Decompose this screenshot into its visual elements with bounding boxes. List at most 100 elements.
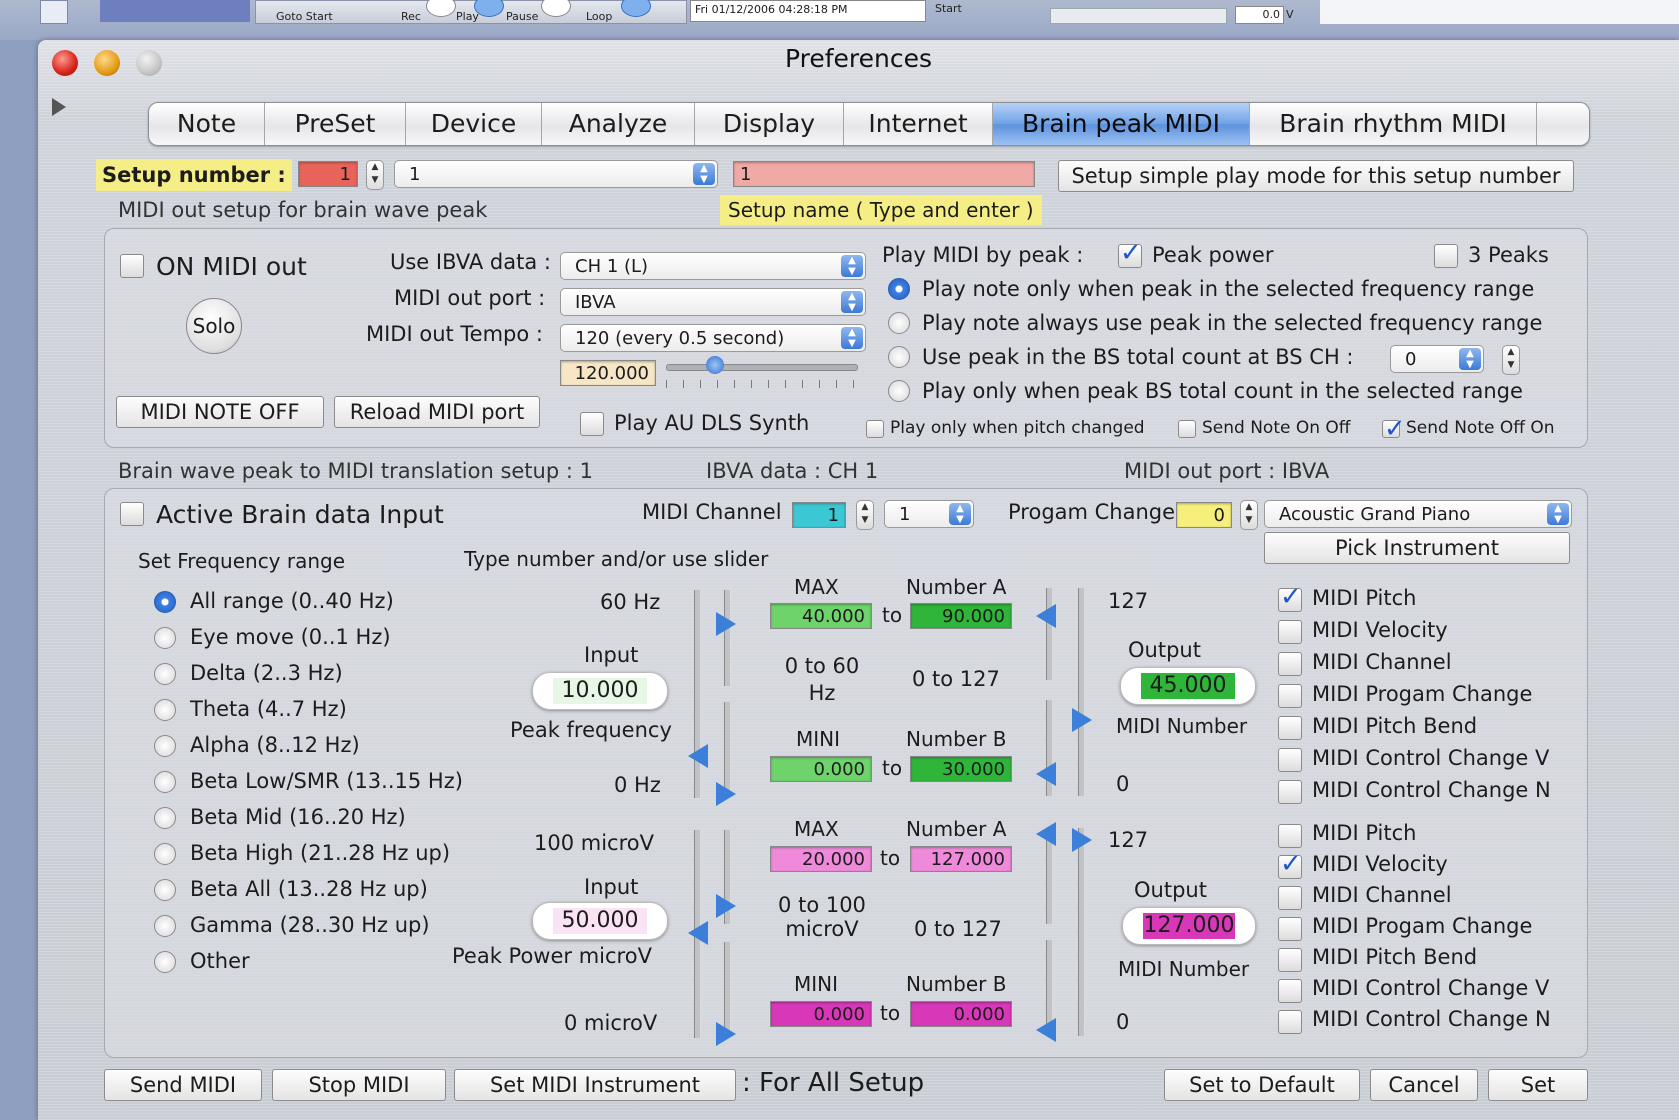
cancel-button[interactable]: Cancel [1370,1069,1478,1101]
midi-channel-field[interactable]: 1 [792,502,846,528]
peak-option-radio-4[interactable] [888,380,910,402]
range-radio-beta-high[interactable] [154,843,176,865]
range-radio-beta-low[interactable] [154,771,176,793]
three-peaks-checkbox[interactable] [1434,244,1458,268]
simple-play-mode-button[interactable]: Setup simple play mode for this setup nu… [1058,160,1574,192]
power-min-field[interactable]: 0.000 [770,1001,872,1027]
midi-out-port-popup[interactable]: IBVA ▲ ▼ [560,288,866,316]
tab-device[interactable]: Device [406,103,542,145]
freq-target-control-change-n-checkbox[interactable] [1278,780,1302,804]
midi-channel-stepper[interactable]: ▲ ▼ [856,500,874,530]
bs-ch-popup[interactable]: 0 ▲ ▼ [1390,345,1484,373]
range-radio-all[interactable] [154,591,176,613]
freq-min-slider-knob[interactable] [716,782,736,806]
midi-out-tempo-popup[interactable]: 120 (every 0.5 second) ▲ ▼ [560,324,866,352]
rec-button[interactable] [426,0,456,17]
peak-option-radio-3[interactable] [888,346,910,368]
power-input-value[interactable]: 50.000 [553,908,647,934]
range-radio-beta-all[interactable] [154,879,176,901]
power-target-pitch-bend-checkbox[interactable] [1278,948,1302,972]
freq-number-a-slider-knob[interactable] [1036,604,1056,628]
midi-channel-popup[interactable]: 1 ▲ ▼ [884,500,974,528]
peak-option-radio-2[interactable] [888,312,910,334]
freq-target-midi-pitch-checkbox[interactable] [1278,582,1302,612]
range-radio-delta[interactable] [154,663,176,685]
power-output-slider-knob[interactable] [1072,828,1092,852]
freq-min-field[interactable]: 0.000 [770,756,872,782]
power-max-slider-knob[interactable] [716,894,736,918]
range-radio-other[interactable] [154,951,176,973]
power-number-a-slider-knob[interactable] [1036,822,1056,846]
setup-name-field[interactable]: 1 [733,161,1035,187]
freq-target-midi-velocity-checkbox[interactable] [1278,620,1302,644]
set-midi-instrument-button[interactable]: Set MIDI Instrument [454,1069,736,1101]
freq-target-pitch-bend-checkbox[interactable] [1278,716,1302,740]
background-slider[interactable] [1050,8,1227,24]
tab-note[interactable]: Note [149,103,265,145]
range-radio-theta[interactable] [154,699,176,721]
power-target-control-change-n-checkbox[interactable] [1278,1010,1302,1034]
range-radio-eye-move[interactable] [154,627,176,649]
tab-preset[interactable]: PreSet [265,103,406,145]
setup-number-stepper[interactable]: ▲ ▼ [366,160,384,190]
peak-option-radio-1[interactable] [888,278,910,300]
setup-number-field[interactable]: 1 [298,161,358,187]
send-on-off-checkbox[interactable] [1178,420,1196,438]
power-max-field[interactable]: 20.000 [770,846,872,872]
tab-internet[interactable]: Internet [844,103,993,145]
au-synth-checkbox[interactable] [580,412,604,436]
freq-number-a-field[interactable]: 90.000 [910,603,1012,629]
set-button[interactable]: Set [1488,1069,1588,1101]
freq-target-control-change-v-checkbox[interactable] [1278,748,1302,772]
freq-output-slider[interactable] [1078,588,1085,796]
setup-popup[interactable]: 1 ▲ ▼ [394,160,718,188]
program-change-stepper[interactable]: ▲ ▼ [1240,500,1258,530]
pick-instrument-button[interactable]: Pick Instrument [1264,532,1570,564]
pitch-changed-checkbox[interactable] [866,420,884,438]
power-input-slider-knob[interactable] [688,921,708,945]
freq-output-slider-knob[interactable] [1072,708,1092,732]
power-target-midi-channel-checkbox[interactable] [1278,886,1302,910]
send-midi-button[interactable]: Send MIDI [104,1069,262,1101]
tab-brain-peak-midi[interactable]: Brain peak MIDI [993,103,1250,145]
freq-target-midi-channel-checkbox[interactable] [1278,652,1302,676]
tool-icon[interactable] [40,0,68,24]
tab-brain-rhythm-midi[interactable]: Brain rhythm MIDI [1250,103,1537,145]
use-ibva-popup[interactable]: CH 1 (L) ▲ ▼ [560,252,866,280]
set-to-default-button[interactable]: Set to Default [1164,1069,1360,1101]
power-input-pill[interactable]: 50.000 [532,902,668,940]
stop-midi-button[interactable]: Stop MIDI [272,1069,446,1101]
freq-max-slider[interactable] [724,590,731,686]
loop-button[interactable] [621,0,651,17]
tempo-slider[interactable] [666,364,858,371]
freq-max-slider-knob[interactable] [716,612,736,636]
range-radio-alpha[interactable] [154,735,176,757]
disclosure-triangle-icon[interactable] [52,98,66,116]
power-target-midi-pitch-checkbox[interactable] [1278,824,1302,848]
active-brain-input-checkbox[interactable] [120,502,144,526]
tempo-slider-knob[interactable] [706,356,724,374]
range-radio-gamma[interactable] [154,915,176,937]
power-min-slider-knob[interactable] [716,1022,736,1046]
program-change-field[interactable]: 0 [1176,502,1232,528]
power-number-b-field[interactable]: 0.000 [910,1001,1012,1027]
play-button[interactable] [474,0,504,17]
tab-display[interactable]: Display [695,103,844,145]
power-target-control-change-v-checkbox[interactable] [1278,979,1302,1003]
instrument-popup[interactable]: Acoustic Grand Piano ▲ ▼ [1264,500,1572,528]
send-off-on-checkbox[interactable] [1382,414,1406,444]
freq-number-b-field[interactable]: 30.000 [910,756,1012,782]
power-output-slider[interactable] [1078,828,1085,1036]
freq-target-program-change-checkbox[interactable] [1278,684,1302,708]
solo-button[interactable]: Solo [186,298,242,354]
pause-button[interactable] [541,0,571,17]
freq-number-b-slider-knob[interactable] [1036,762,1056,786]
tab-analyze[interactable]: Analyze [542,103,695,145]
freq-input-pill[interactable]: 10.000 [532,672,668,710]
reload-midi-port-button[interactable]: Reload MIDI port [334,396,540,428]
freq-max-field[interactable]: 40.000 [770,603,872,629]
midi-note-off-button[interactable]: MIDI NOTE OFF [116,396,324,428]
tempo-number-field[interactable]: 120.000 [560,360,656,386]
freq-input-value[interactable]: 10.000 [553,678,647,704]
bs-ch-stepper[interactable]: ▲ ▼ [1502,345,1520,375]
